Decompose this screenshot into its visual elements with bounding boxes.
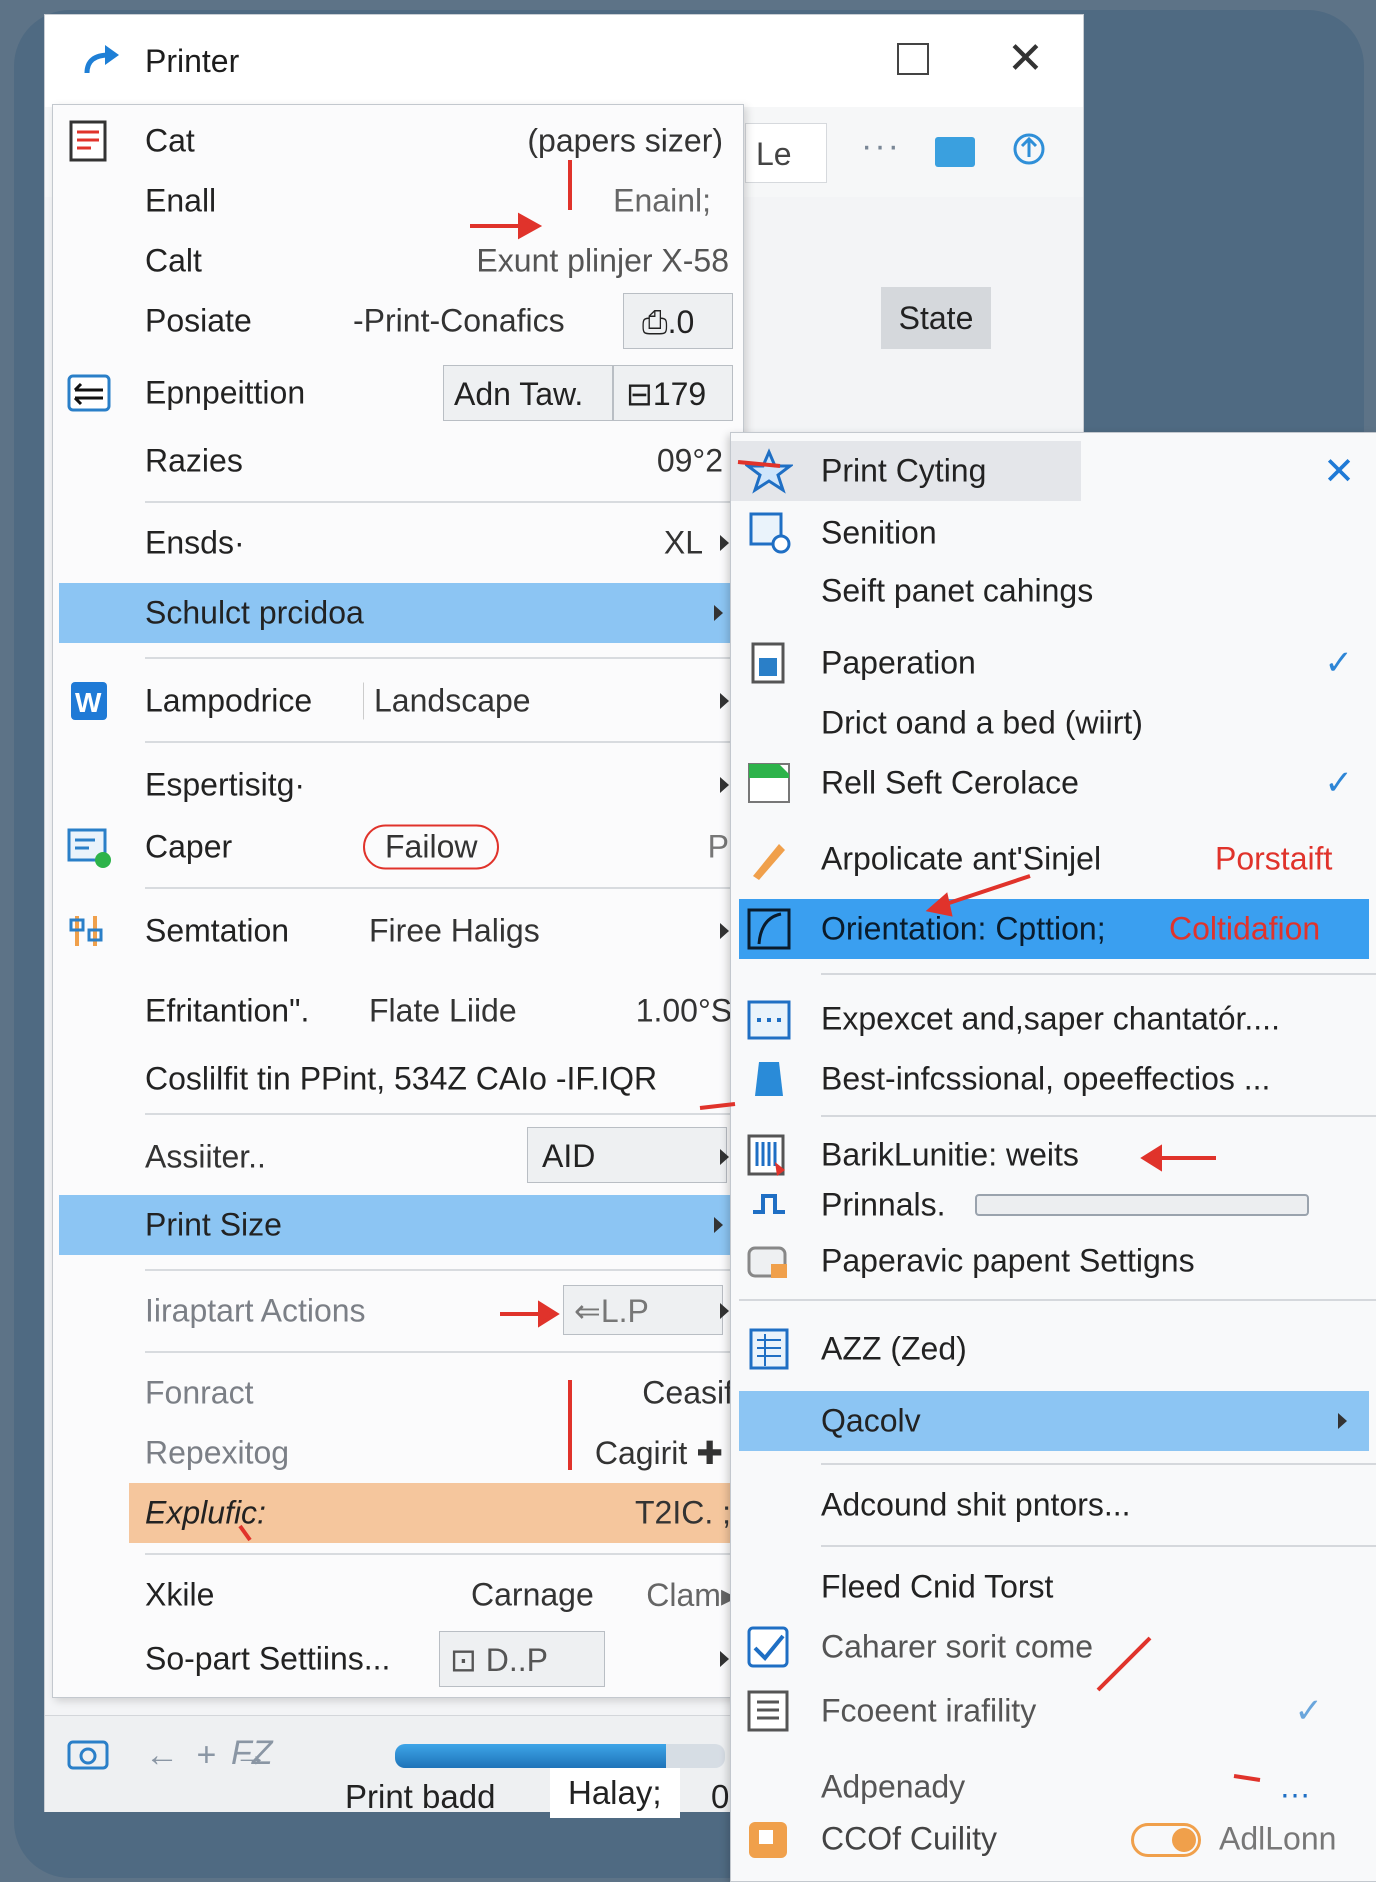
annotation-overlay: [238, 160, 1261, 1782]
